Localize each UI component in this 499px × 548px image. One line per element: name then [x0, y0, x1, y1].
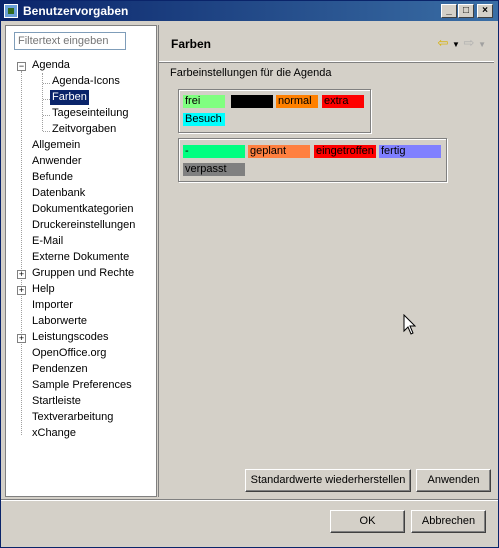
color-label-eingetroffen: eingetroffen: [316, 145, 374, 157]
color-label-besuch: Besuch: [185, 113, 222, 125]
tree-item-xchange[interactable]: xChange: [32, 426, 76, 441]
ok-button[interactable]: OK: [330, 510, 405, 533]
tree-item-laborwerte[interactable]: Laborwerte: [32, 314, 87, 329]
tree-item-farben[interactable]: Farben: [50, 90, 89, 105]
color-chip-besuch[interactable]: Besuch: [183, 113, 225, 126]
tree-item-befunde[interactable]: Befunde: [32, 170, 73, 185]
color-chip-verpasst[interactable]: verpasst: [183, 163, 245, 176]
color-chip-none[interactable]: -: [183, 145, 245, 158]
cancel-button[interactable]: Abbrechen: [411, 510, 486, 533]
preferences-window: Benutzervorgaben _ □ × − Agenda Agenda-I…: [0, 0, 499, 548]
tree-item-agenda-icons[interactable]: Agenda-Icons: [52, 74, 120, 89]
page-description: Farbeinstellungen für die Agenda: [170, 67, 332, 79]
color-chip-geplant[interactable]: geplant: [248, 145, 310, 158]
tree-item-tageseinteilung[interactable]: Tageseinteilung: [52, 106, 128, 121]
tree-guide-line: [43, 131, 50, 132]
tree-item-openoffice[interactable]: OpenOffice.org: [32, 346, 106, 361]
tree-item-help[interactable]: Help: [32, 282, 55, 297]
mouse-pointer-icon: [403, 314, 417, 335]
page-header: Farben ⇦ ▼ ⇨ ▼: [159, 25, 494, 62]
restore-defaults-button[interactable]: Standardwerte wiederherstellen: [245, 469, 411, 492]
app-icon: [4, 4, 18, 18]
color-chip-unnamed[interactable]: [231, 95, 273, 108]
tree-guide-line: [43, 115, 50, 116]
tree-item-startleiste[interactable]: Startleiste: [32, 394, 81, 409]
color-chip-eingetroffen[interactable]: eingetroffen: [314, 145, 376, 158]
collapse-agenda-icon[interactable]: −: [17, 62, 26, 71]
forward-dropdown-icon[interactable]: ▼: [478, 40, 486, 49]
appointment-type-colors: frei normal extra Besuch: [178, 89, 371, 133]
preference-page: Farben ⇦ ▼ ⇨ ▼ Farbeinstellungen für die…: [158, 25, 494, 497]
tree-item-allgemein[interactable]: Allgemein: [32, 138, 80, 153]
tree-item-agenda[interactable]: Agenda: [32, 58, 70, 73]
expand-gruppen-icon[interactable]: +: [17, 270, 26, 279]
tree-item-druckereinstellungen[interactable]: Druckereinstellungen: [32, 218, 135, 233]
tree-item-sample-preferences[interactable]: Sample Preferences: [32, 378, 132, 393]
tree-item-leistungscodes[interactable]: Leistungscodes: [32, 330, 108, 345]
tree-item-pendenzen[interactable]: Pendenzen: [32, 362, 88, 377]
minimize-button[interactable]: _: [441, 4, 457, 18]
tree-item-datenbank[interactable]: Datenbank: [32, 186, 85, 201]
preference-tree-pane: − Agenda Agenda-Icons Farben Tageseintei…: [5, 25, 157, 497]
expand-leistungscodes-icon[interactable]: +: [17, 334, 26, 343]
color-label-none: -: [185, 145, 189, 157]
tree-guide-line: [42, 73, 43, 131]
tree-guide-line: [21, 71, 22, 435]
tree-item-anwender[interactable]: Anwender: [32, 154, 82, 169]
color-chip-fertig[interactable]: fertig: [379, 145, 441, 158]
footer-separator: [1, 499, 498, 501]
color-chip-normal[interactable]: normal: [276, 95, 318, 108]
tree-guide-line: [43, 83, 50, 84]
close-button[interactable]: ×: [477, 4, 493, 18]
maximize-button[interactable]: □: [458, 4, 474, 18]
color-label-extra: extra: [324, 95, 349, 107]
color-chip-frei[interactable]: frei: [183, 95, 225, 108]
history-navigation: ⇦ ▼ ⇨ ▼: [437, 35, 486, 51]
color-label-normal: normal: [278, 95, 312, 107]
back-arrow-icon[interactable]: ⇦: [437, 35, 448, 50]
header-separator: [159, 62, 494, 63]
filter-input[interactable]: [14, 32, 126, 50]
color-label-verpasst: verpasst: [185, 163, 227, 175]
tree-item-importer[interactable]: Importer: [32, 298, 73, 313]
back-dropdown-icon[interactable]: ▼: [452, 40, 460, 49]
tree-item-externe-dokumente[interactable]: Externe Dokumente: [32, 250, 129, 265]
tree-item-e-mail[interactable]: E-Mail: [32, 234, 63, 249]
tree-item-dokumentkategorien[interactable]: Dokumentkategorien: [32, 202, 134, 217]
page-title: Farben: [171, 37, 212, 51]
expand-help-icon[interactable]: +: [17, 286, 26, 295]
color-label-frei: frei: [185, 95, 201, 107]
forward-arrow-icon[interactable]: ⇨: [464, 35, 475, 50]
tree-item-zeitvorgaben[interactable]: Zeitvorgaben: [52, 122, 116, 137]
tree-guide-line: [43, 99, 50, 100]
title-bar: Benutzervorgaben _ □ ×: [1, 1, 498, 21]
appointment-status-colors: - geplant eingetroffen fertig verpasst: [178, 138, 447, 182]
tree-item-gruppen-und-rechte[interactable]: Gruppen und Rechte: [32, 266, 134, 281]
window-title: Benutzervorgaben: [23, 4, 129, 18]
apply-button[interactable]: Anwenden: [416, 469, 491, 492]
color-label-geplant: geplant: [250, 145, 287, 157]
color-label-fertig: fertig: [381, 145, 406, 157]
tree-item-textverarbeitung[interactable]: Textverarbeitung: [32, 410, 113, 425]
color-chip-extra[interactable]: extra: [322, 95, 364, 108]
